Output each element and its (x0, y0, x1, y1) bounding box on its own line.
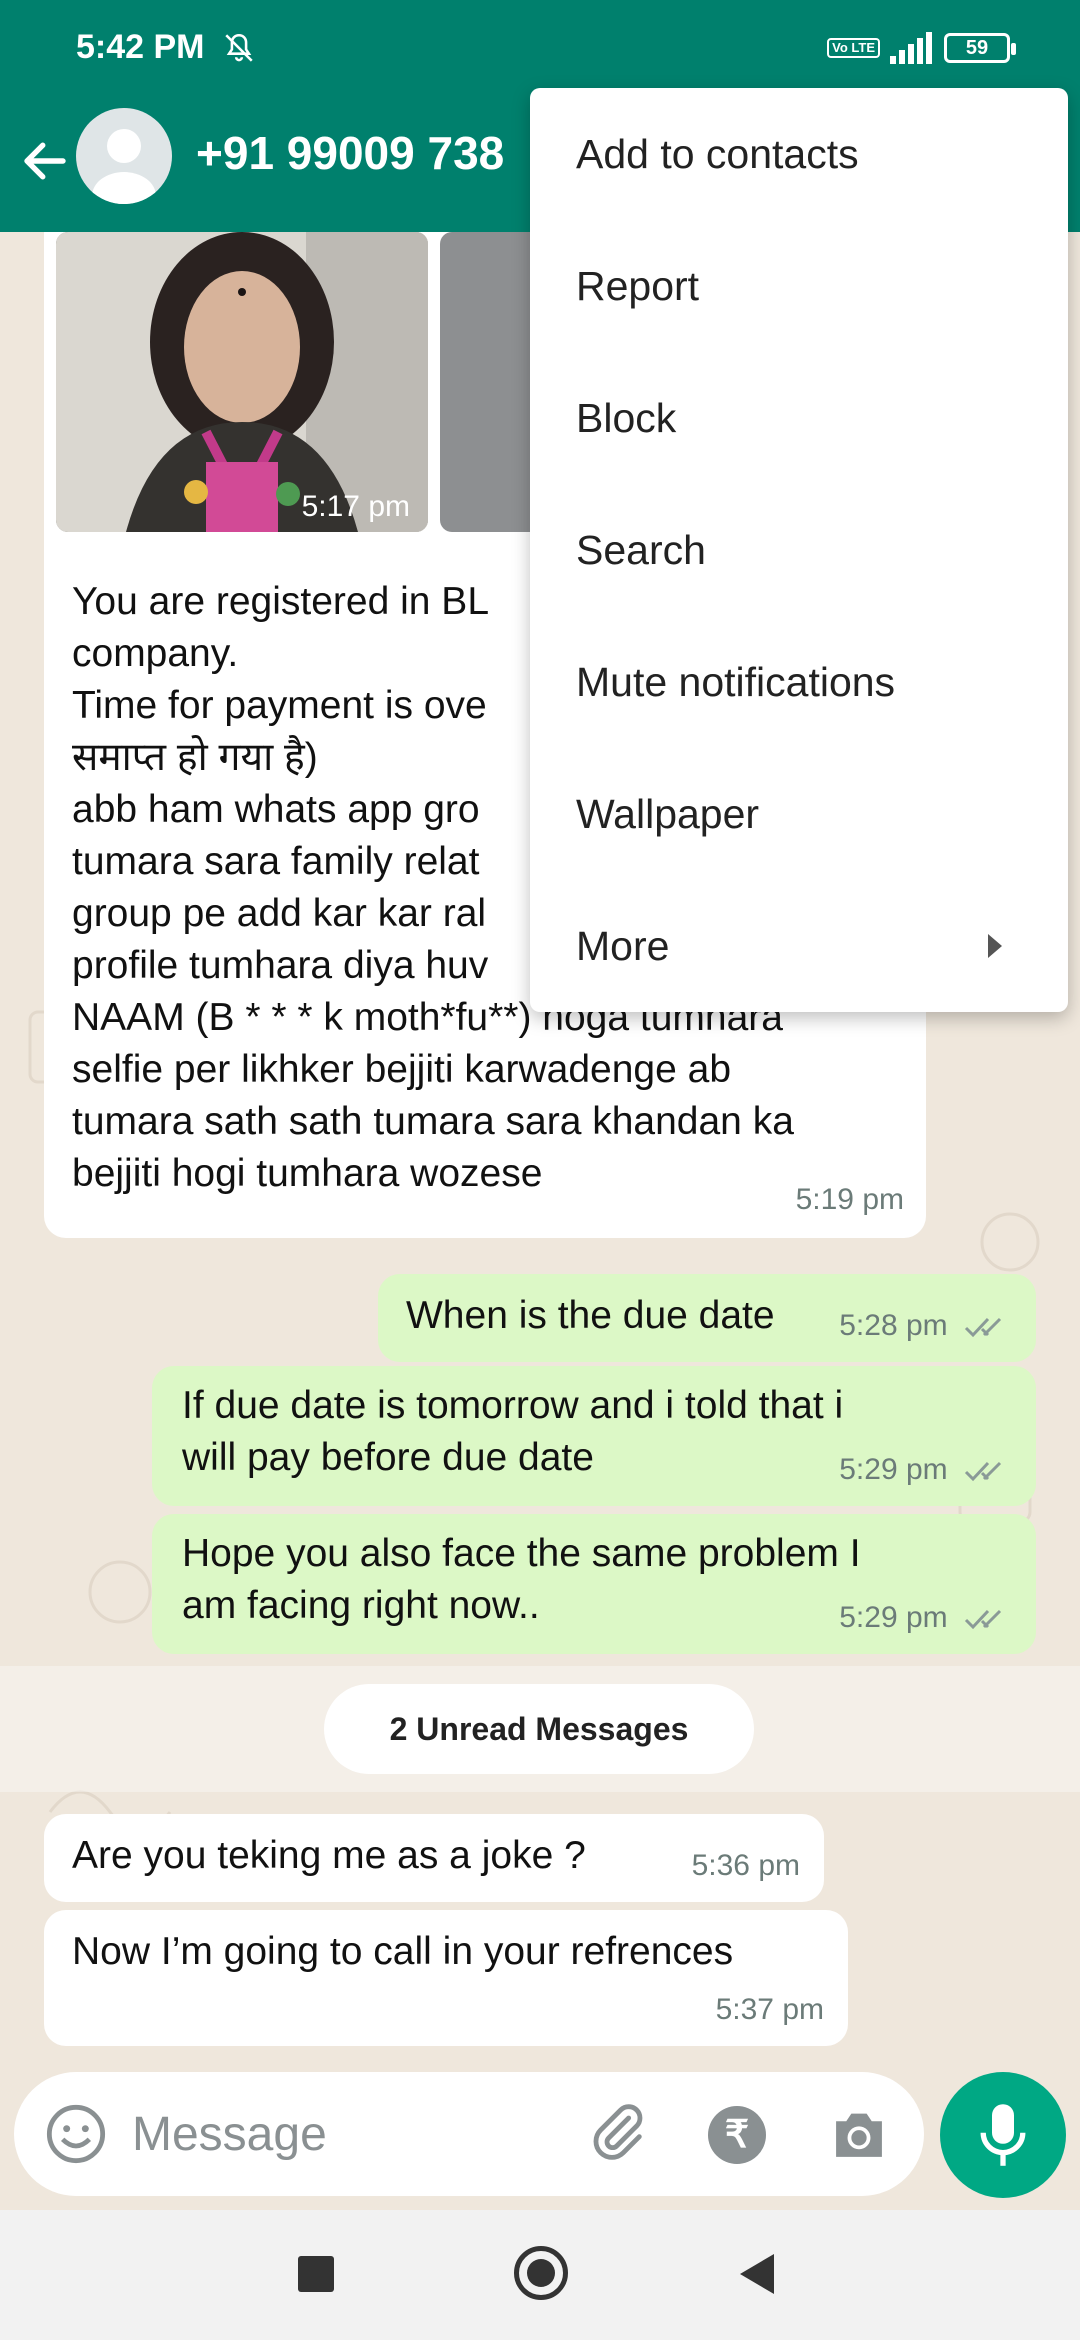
message-input[interactable] (132, 2104, 552, 2164)
double-tick-icon (964, 1462, 1002, 1482)
status-indicators: Vo LTE 59 (827, 32, 1016, 64)
overflow-menu: Add to contacts Report Block Search Mute… (530, 88, 1068, 1012)
message-line: Hope you also face the same problem I (182, 1532, 861, 1575)
menu-item-block[interactable]: Block (530, 352, 1068, 484)
message-line: selfie per likhker bejjiti karwadenge ab (72, 1048, 732, 1091)
emoji-icon[interactable] (44, 2102, 108, 2166)
camera-icon[interactable] (828, 2106, 890, 2162)
message-composer: ₹ (14, 2072, 924, 2196)
incoming-message[interactable]: Are you teking me as a joke ? 5:36 pm (44, 1814, 824, 1902)
message-text: Are you teking me as a joke ? (72, 1834, 586, 1877)
outgoing-message[interactable]: Hope you also face the same problem I am… (152, 1514, 1036, 1654)
message-time: 5:28 pm (839, 1300, 1014, 1352)
photo-time: 5:17 pm (301, 490, 410, 523)
incoming-message[interactable]: Now I’m going to call in your refrences … (44, 1910, 848, 2046)
rupee-icon[interactable]: ₹ (708, 2106, 766, 2164)
attach-icon[interactable] (586, 2102, 650, 2166)
menu-item-wallpaper[interactable]: Wallpaper (530, 748, 1068, 880)
status-time: 5:42 PM (76, 28, 205, 66)
message-time: 5:36 pm (691, 1849, 800, 1882)
contact-name[interactable]: +91 99009 738 (196, 126, 504, 180)
home-button[interactable] (514, 2246, 568, 2300)
menu-item-mute-notifications[interactable]: Mute notifications (530, 616, 1068, 748)
menu-item-report[interactable]: Report (530, 220, 1068, 352)
menu-item-more[interactable]: More (530, 880, 1068, 1012)
back-arrow-icon[interactable] (18, 134, 72, 188)
battery-indicator: 59 (944, 33, 1016, 63)
muted-bell-icon (225, 33, 253, 62)
message-line: tumara sath sath tumara sara khandan ka (72, 1100, 794, 1143)
mic-button[interactable] (940, 2072, 1066, 2198)
message-text: Now I’m going to call in your refrences (72, 1930, 734, 1973)
selfie-photo[interactable]: 5:17 pm (56, 232, 428, 532)
default-avatar-icon (92, 129, 156, 204)
message-time: 5:37 pm (715, 1993, 824, 2026)
message-line: bejjiti hogi tumhara wozese (72, 1152, 543, 1195)
recents-button[interactable] (298, 2256, 334, 2292)
menu-item-add-to-contacts[interactable]: Add to contacts (530, 88, 1068, 220)
mic-icon (980, 2104, 1026, 2166)
message-time: 5:19 pm (795, 1183, 904, 1216)
message-line: If due date is tomorrow and i told that … (182, 1384, 844, 1427)
battery-level: 59 (965, 37, 989, 59)
message-text: When is the due date (406, 1294, 775, 1337)
menu-item-search[interactable]: Search (530, 484, 1068, 616)
system-back-button[interactable] (740, 2254, 774, 2294)
volte-indicator: Vo LTE (827, 38, 880, 58)
status-bar: 5:42 PM Vo LTE 59 (0, 0, 1080, 96)
selfie-image (56, 232, 428, 532)
signal-icon (890, 32, 932, 64)
outgoing-message[interactable]: When is the due date 5:28 pm (378, 1274, 1036, 1362)
message-time: 5:29 pm (839, 1592, 1014, 1644)
unread-messages-badge: 2 Unread Messages (324, 1684, 754, 1774)
menu-item-more-label: More (576, 923, 670, 969)
message-time-text: 5:29 pm (839, 1601, 948, 1634)
submenu-arrow-icon (988, 934, 1002, 958)
outgoing-message[interactable]: If due date is tomorrow and i told that … (152, 1366, 1036, 1506)
message-time: 5:29 pm (839, 1444, 1014, 1496)
avatar[interactable] (76, 108, 172, 204)
double-tick-icon (964, 1318, 1002, 1338)
message-time-text: 5:29 pm (839, 1453, 948, 1486)
message-time-text: 5:28 pm (839, 1309, 948, 1342)
system-nav-bar (0, 2210, 1080, 2340)
double-tick-icon (964, 1610, 1002, 1630)
